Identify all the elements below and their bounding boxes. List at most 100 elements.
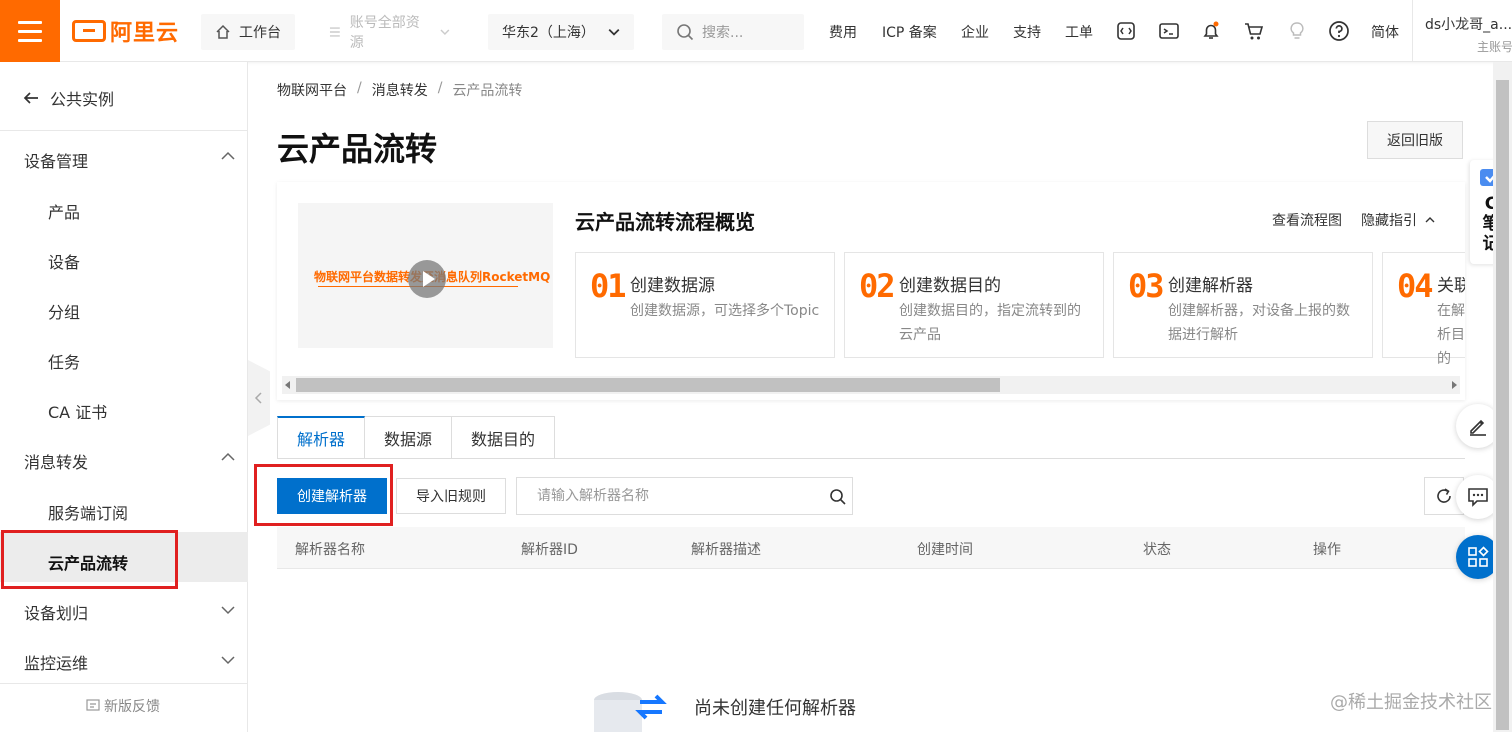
- sidebar-item-ca-cert[interactable]: CA 证书: [48, 399, 107, 423]
- chevron-up-icon[interactable]: [220, 449, 236, 465]
- view-flow-chart-link[interactable]: 查看流程图: [1272, 210, 1342, 230]
- region-label: 华东2（上海）: [502, 25, 595, 41]
- icp-link[interactable]: ICP 备案: [882, 22, 937, 42]
- logo-mark-icon: [72, 20, 106, 42]
- region-select[interactable]: 华东2（上海）: [488, 14, 634, 50]
- terminal-icon[interactable]: [1158, 20, 1180, 42]
- step-description: 创建数据目的，指定流转到的云产品: [899, 303, 1081, 343]
- top-navigation-bar: 阿里云 工作台 账号全部资源 华东2（上海） 搜索... 费用 ICP 备案 企…: [0, 0, 1512, 62]
- watermark: @稀土掘金技术社区: [1330, 692, 1492, 713]
- sidebar-item-group[interactable]: 分组: [48, 299, 80, 323]
- column-header: 创建时间: [917, 542, 973, 558]
- apps-grid-icon: [1468, 546, 1489, 567]
- sidebar-item-server-subscription[interactable]: 服务端订阅: [48, 500, 128, 524]
- hide-guide-toggle[interactable]: 隐藏指引: [1361, 210, 1435, 230]
- workbench-label: 工作台: [239, 25, 281, 41]
- scroll-left-icon[interactable]: [285, 381, 290, 389]
- divider: [1412, 0, 1413, 62]
- divider: [0, 130, 248, 131]
- resource-scope-select[interactable]: 账号全部资源: [314, 14, 464, 51]
- chevron-down-icon: [440, 29, 450, 36]
- sidebar-group-monitoring[interactable]: 监控运维: [24, 650, 88, 674]
- breadcrumb-message-forwarding[interactable]: 消息转发: [372, 80, 428, 100]
- fees-link[interactable]: 费用: [829, 22, 857, 42]
- step-title: 关联: [1437, 276, 1465, 296]
- help-icon[interactable]: [1328, 20, 1350, 42]
- breadcrumb-separator: /: [437, 80, 443, 96]
- scroll-right-icon[interactable]: [1452, 381, 1457, 389]
- sidebar-item-task[interactable]: 任务: [48, 349, 80, 373]
- sidebar: 公共实例 设备管理 产品 设备 分组 任务 CA 证书 消息转发 服务端订阅 云…: [0, 62, 248, 732]
- back-label: 公共实例: [50, 90, 115, 109]
- pencil-icon: [1470, 419, 1486, 436]
- column-header: 解析器描述: [691, 542, 761, 558]
- language-switch[interactable]: 简体: [1371, 22, 1399, 42]
- highlight-box: [254, 464, 393, 526]
- step-description: 创建数据源，可选择多个Topic: [630, 303, 820, 319]
- chevron-up-icon[interactable]: [220, 148, 236, 164]
- divider: [0, 683, 248, 684]
- parser-search-input[interactable]: [517, 478, 817, 514]
- guide-video[interactable]: 物联网平台数据转发至消息队列RocketMQ: [298, 203, 553, 348]
- hide-guide-label: 隐藏指引: [1361, 213, 1417, 229]
- guide-step-2: 02 创建数据目的 创建数据目的，指定流转到的云产品: [844, 252, 1104, 358]
- feedback-label: 新版反馈: [104, 699, 160, 715]
- step-description: 在解析目的: [1437, 303, 1465, 367]
- vertical-scrollbar[interactable]: [1493, 62, 1512, 732]
- play-icon[interactable]: [408, 260, 446, 298]
- workbench-button[interactable]: 工作台: [201, 14, 295, 50]
- tab-bar: 解析器 数据源 数据目的: [277, 416, 556, 459]
- global-search[interactable]: 搜索...: [662, 14, 804, 50]
- chevron-down-icon[interactable]: [220, 602, 236, 618]
- aliyun-logo[interactable]: 阿里云: [72, 17, 179, 46]
- column-header: 解析器ID: [521, 542, 578, 558]
- feedback-link[interactable]: 新版反馈: [86, 696, 160, 716]
- breadcrumb-separator: /: [357, 80, 362, 96]
- chevron-left-icon: [254, 392, 262, 404]
- step-title: 创建数据源: [630, 276, 715, 296]
- scrollbar-thumb[interactable]: [296, 378, 1000, 392]
- guide-step-1: 01 创建数据源 创建数据源，可选择多个Topic: [575, 252, 835, 358]
- feedback-icon: [86, 699, 100, 711]
- import-old-rules-button[interactable]: 导入旧规则: [396, 478, 506, 514]
- tab-data-source[interactable]: 数据源: [365, 416, 453, 459]
- sidebar-item-device[interactable]: 设备: [48, 249, 80, 273]
- step-number: 02: [859, 267, 896, 305]
- chevron-down-icon[interactable]: [220, 652, 236, 668]
- cart-icon[interactable]: [1243, 20, 1265, 42]
- support-link[interactable]: 支持: [1013, 22, 1041, 42]
- tab-data-destination[interactable]: 数据目的: [452, 416, 556, 459]
- chat-icon: [1468, 488, 1488, 507]
- empty-database-icon: [594, 692, 667, 732]
- code-icon[interactable]: [1115, 20, 1137, 42]
- column-header: 状态: [1143, 542, 1171, 558]
- breadcrumb-iot-platform[interactable]: 物联网平台: [277, 80, 347, 100]
- chevron-up-icon: [1425, 217, 1435, 223]
- guide-title: 云产品流转流程概览: [575, 210, 755, 234]
- sidebar-group-device-assignment[interactable]: 设备划归: [24, 600, 88, 624]
- bell-icon[interactable]: [1200, 20, 1222, 42]
- sidebar-item-product[interactable]: 产品: [48, 199, 80, 223]
- column-header: 操作: [1313, 542, 1341, 558]
- hamburger-menu-icon[interactable]: [0, 0, 60, 62]
- horizontal-scrollbar[interactable]: [282, 376, 1460, 394]
- step-number: 01: [590, 267, 627, 305]
- user-account-menu[interactable]: ds小龙哥_a... 主账号: [1425, 14, 1512, 55]
- back-to-old-version-button[interactable]: 返回旧版: [1367, 121, 1463, 159]
- ticket-link[interactable]: 工单: [1065, 22, 1093, 42]
- arrow-left-icon: [23, 92, 38, 104]
- step-description: 创建解析器，对设备上报的数据进行解析: [1168, 303, 1350, 343]
- step-number: 04: [1397, 267, 1434, 305]
- refresh-icon: [1437, 488, 1451, 503]
- user-name: ds小龙哥_a...: [1425, 17, 1512, 33]
- tab-parser[interactable]: 解析器: [277, 416, 366, 459]
- enterprise-link[interactable]: 企业: [961, 22, 989, 42]
- resource-scope-label: 账号全部资源: [349, 15, 420, 51]
- lightbulb-icon[interactable]: [1286, 20, 1308, 42]
- search-icon[interactable]: [829, 488, 847, 506]
- sidebar-collapse-handle[interactable]: [248, 360, 270, 436]
- sidebar-group-device-management[interactable]: 设备管理: [24, 148, 88, 172]
- scrollbar-thumb[interactable]: [1496, 80, 1509, 730]
- sidebar-group-message-forwarding[interactable]: 消息转发: [24, 449, 88, 473]
- back-to-public-instance[interactable]: 公共实例: [22, 86, 114, 110]
